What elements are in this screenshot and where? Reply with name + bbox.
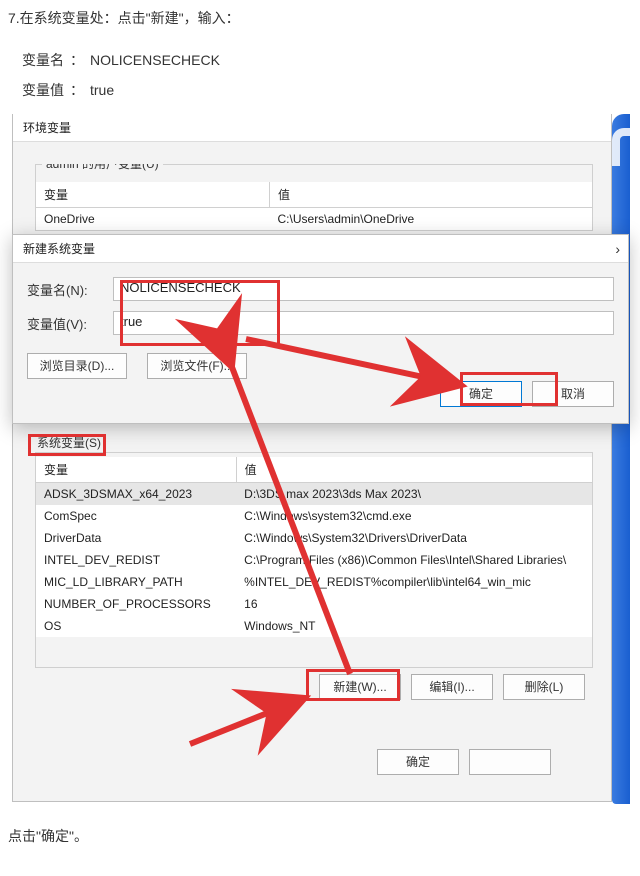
variable-name-input[interactable]: NOLICENSECHECK bbox=[113, 277, 614, 301]
user-col-var: 变量 bbox=[36, 182, 270, 208]
table-row[interactable]: OneDrive C:\Users\admin\OneDrive bbox=[36, 208, 592, 231]
table-row[interactable]: NUMBER_OF_PROCESSORS16 bbox=[36, 593, 592, 615]
sys-col-var: 变量 bbox=[36, 457, 236, 483]
new-dlg-title: 新建系统变量 › bbox=[13, 235, 628, 263]
value-label: 变量值(V): bbox=[27, 314, 113, 333]
delete-button[interactable]: 删除(L) bbox=[503, 674, 585, 700]
table-row[interactable]: INTEL_DEV_REDISTC:\Program Files (x86)\C… bbox=[36, 549, 592, 571]
ok-button[interactable]: 确定 bbox=[377, 749, 459, 775]
var-name-value: NOLICENSECHECK bbox=[90, 52, 220, 68]
win11-desktop-edge bbox=[612, 114, 630, 804]
footer-text: 点击"确定"。 bbox=[8, 826, 632, 846]
table-row[interactable]: DriverDataC:\Windows\System32\Drivers\Dr… bbox=[36, 527, 592, 549]
table-row[interactable]: MIC_LD_LIBRARY_PATH%INTEL_DEV_REDIST%com… bbox=[36, 571, 592, 593]
var-value-value: true bbox=[90, 82, 114, 98]
table-row[interactable]: ADSK_3DSMAX_x64_2023D:\3DS max 2023\3ds … bbox=[36, 483, 592, 506]
screenshot: 环境变量 admin 的用户变量(U) 变量 值 OneDrive C:\Use bbox=[10, 114, 630, 804]
system-variables-group: 系统变量(S) 变量 值 ADSK_3DSMAX_x64_2023D:\3DS … bbox=[35, 444, 593, 674]
browse-dir-button[interactable]: 浏览目录(D)... bbox=[27, 353, 127, 379]
chevron-right-icon: › bbox=[615, 235, 620, 263]
system-variables-table[interactable]: 变量 值 ADSK_3DSMAX_x64_2023D:\3DS max 2023… bbox=[36, 457, 592, 637]
browse-row: 浏览目录(D)... 浏览文件(F)... bbox=[13, 345, 628, 379]
name-label: 变量名(N): bbox=[27, 280, 113, 299]
cancel-button[interactable]: 取消 bbox=[532, 381, 614, 407]
sys-group-legend: 系统变量(S) bbox=[33, 434, 105, 451]
environment-variables-dialog: 环境变量 admin 的用户变量(U) 变量 值 OneDrive C:\Use bbox=[12, 114, 612, 802]
ok-button[interactable]: 确定 bbox=[440, 381, 522, 407]
edit-button[interactable]: 编辑(I)... bbox=[411, 674, 493, 700]
table-row[interactable]: ComSpecC:\Windows\system32\cmd.exe bbox=[36, 505, 592, 527]
user-col-val: 值 bbox=[270, 182, 592, 208]
name-row: 变量名(N): NOLICENSECHECK bbox=[27, 277, 614, 301]
new-system-variable-dialog: 新建系统变量 › 变量名(N): NOLICENSECHECK 变量值(V): … bbox=[12, 234, 629, 424]
variable-definition: 变量名：NOLICENSECHECK 变量值：true bbox=[22, 50, 632, 100]
sys-button-bar: 新建(W)... 编辑(I)... 删除(L) bbox=[319, 674, 585, 700]
user-variables-group: admin 的用户变量(U) 变量 值 OneDrive C:\Users\ad… bbox=[35, 164, 593, 234]
variable-value-input[interactable]: true bbox=[113, 311, 614, 335]
value-row: 变量值(V): true bbox=[27, 311, 614, 335]
step-text: 7.在系统变量处：点击"新建"，输入： bbox=[8, 8, 632, 28]
bottom-button-bar: 确定 bbox=[377, 749, 551, 775]
var-value-label: 变量值 bbox=[22, 82, 64, 98]
cancel-button-blurred[interactable] bbox=[469, 749, 551, 775]
user-variables-table[interactable]: 变量 值 OneDrive C:\Users\admin\OneDrive bbox=[36, 182, 592, 230]
okcancel-bar: 确定 取消 bbox=[440, 381, 614, 407]
var-name-label: 变量名 bbox=[22, 52, 64, 68]
table-row[interactable]: OSWindows_NT bbox=[36, 615, 592, 637]
new-button[interactable]: 新建(W)... bbox=[319, 674, 401, 700]
browse-file-button[interactable]: 浏览文件(F)... bbox=[147, 353, 247, 379]
sys-col-val: 值 bbox=[236, 457, 592, 483]
user-group-legend: admin 的用户变量(U) bbox=[42, 164, 163, 172]
env-dialog-title: 环境变量 bbox=[13, 114, 611, 142]
